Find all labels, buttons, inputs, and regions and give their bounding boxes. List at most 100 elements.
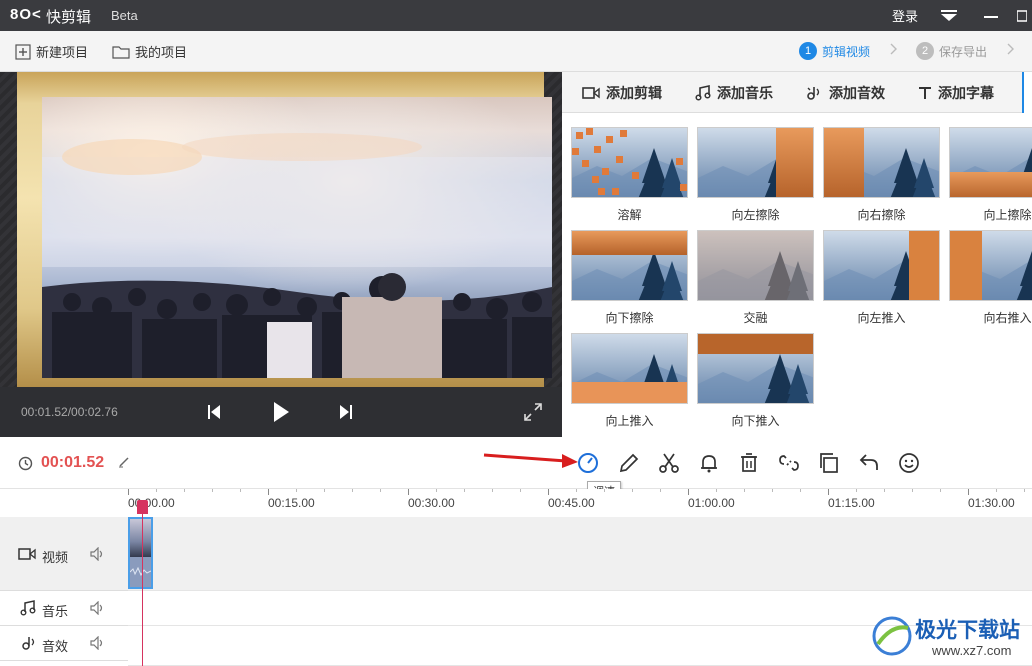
tab-bar: 添加剪辑 添加音乐 添加音效 添加字幕 [562, 72, 1032, 113]
ruler-minor-tick [212, 489, 213, 492]
step-export[interactable]: 2 保存导出 [916, 42, 987, 60]
next-frame-icon[interactable] [333, 399, 359, 425]
ruler-minor-tick [240, 489, 241, 492]
transition-item[interactable]: 向左推入 [823, 230, 940, 326]
step-label: 剪辑视频 [822, 44, 871, 59]
ruler-tick [968, 489, 969, 495]
transition-label: 向上推入 [605, 414, 654, 428]
track-header-sound-effect: 音效 [0, 626, 128, 661]
concert-scene-image [42, 97, 552, 378]
track-body-video[interactable] [128, 517, 1032, 591]
transition-item[interactable]: 向右推入 [949, 230, 1032, 326]
transition-item[interactable]: 向下擦除 [571, 230, 688, 326]
speed-icon[interactable] [576, 451, 600, 475]
tab-add-sound-effect[interactable]: 添加音效 [805, 72, 885, 113]
folder-icon [112, 46, 130, 59]
menu-dropdown-icon[interactable] [932, 0, 966, 31]
undo-icon[interactable] [857, 451, 881, 475]
transition-label: 向左擦除 [731, 208, 780, 222]
ruler-minor-tick [884, 489, 885, 492]
detach-icon[interactable] [777, 451, 801, 475]
fullscreen-icon[interactable] [520, 399, 546, 425]
ruler-tick [268, 489, 269, 495]
ruler-minor-tick [324, 489, 325, 492]
step-number: 2 [916, 42, 934, 60]
transition-item[interactable]: 向右擦除 [823, 127, 940, 223]
tab-overflow[interactable] [1022, 72, 1032, 113]
copy-icon[interactable] [817, 451, 841, 475]
play-icon[interactable] [268, 399, 294, 425]
ruler-tick [128, 489, 129, 495]
watermark-url: www.xz7.com [932, 643, 1012, 658]
transition-item[interactable]: 向上推入 [571, 333, 688, 429]
edit-time-icon[interactable] [118, 456, 130, 471]
ruler-minor-tick [996, 489, 997, 492]
speaker-icon[interactable] [90, 600, 106, 618]
ruler-tick-label: 00:30.00 [408, 496, 455, 510]
ruler-tick [688, 489, 689, 495]
tab-add-subtitle[interactable]: 添加字幕 [918, 72, 994, 113]
delete-trash-icon[interactable] [737, 451, 761, 475]
speaker-icon[interactable] [90, 635, 106, 653]
playhead-handle[interactable] [137, 500, 148, 514]
sticker-smile-icon[interactable] [897, 451, 921, 475]
player-controls: 00:01.52/00:02.76 [0, 387, 562, 437]
ruler-minor-tick [800, 489, 801, 492]
transition-thumbnail [697, 127, 814, 198]
playback-timecode: 00:01.52/00:02.76 [21, 405, 118, 419]
minimize-icon[interactable] [974, 0, 1008, 31]
transition-label: 向左推入 [857, 311, 906, 325]
ruler-minor-tick [380, 489, 381, 492]
transition-item[interactable]: 向上擦除 [949, 127, 1032, 223]
transition-thumbnail [823, 127, 940, 198]
speaker-icon[interactable] [90, 546, 106, 564]
transition-item[interactable]: 向下推入 [697, 333, 814, 429]
tab-label: 添加音效 [829, 84, 885, 101]
step-edit-video[interactable]: 1 剪辑视频 [799, 42, 870, 60]
sound-effect-icon [807, 86, 820, 100]
transition-thumbnail [571, 333, 688, 404]
my-projects-button[interactable]: 我的项目 [112, 42, 187, 61]
clock-icon [18, 456, 33, 474]
ruler-tick [548, 489, 549, 495]
video-clip[interactable] [128, 517, 153, 589]
transition-item[interactable]: 溶解 [571, 127, 688, 223]
ruler-tick-label: 01:15.00 [828, 496, 875, 510]
bell-icon[interactable] [697, 451, 721, 475]
transition-item[interactable]: 交融 [697, 230, 814, 326]
ruler-minor-tick [156, 489, 157, 492]
transition-thumbnail [949, 230, 1032, 301]
timeline-ruler[interactable]: 00:00.00 00:15.00 00:30.00 00:45.00 01:00.00… [128, 489, 1032, 517]
tab-label: 添加字幕 [938, 84, 994, 101]
my-projects-label: 我的项目 [135, 45, 188, 60]
tab-add-music[interactable]: 添加音乐 [695, 72, 773, 113]
transition-thumbnail [697, 230, 814, 301]
ruler-tick [408, 489, 409, 495]
ruler-minor-tick [772, 489, 773, 492]
transition-item[interactable]: 向左擦除 [697, 127, 814, 223]
transition-label: 溶解 [617, 208, 642, 222]
prev-frame-icon[interactable] [201, 399, 227, 425]
ruler-minor-tick [940, 489, 941, 492]
track-header-video: 视频 [0, 517, 128, 591]
music-note-icon [20, 600, 36, 619]
track-header-music: 音乐 [0, 591, 128, 626]
playhead[interactable] [142, 503, 143, 666]
plus-box-icon [15, 43, 31, 60]
new-project-button[interactable]: 新建项目 [15, 42, 88, 61]
scissors-icon[interactable] [657, 451, 681, 475]
ruler-minor-tick [744, 489, 745, 492]
app-logo: 8O< [10, 6, 42, 23]
maximize-icon[interactable] [1012, 0, 1032, 31]
text-t-icon [919, 86, 931, 99]
transition-thumbnail [571, 230, 688, 301]
edit-pencil-icon[interactable] [617, 451, 641, 475]
ruler-minor-tick [436, 489, 437, 492]
transition-label: 向下推入 [731, 414, 780, 428]
video-camera-icon [582, 86, 600, 99]
transition-label: 向下擦除 [605, 311, 654, 325]
watermark-brand: 极光下载站 [915, 619, 1020, 642]
clip-waveform [130, 557, 151, 587]
tab-add-clip[interactable]: 添加剪辑 [582, 72, 662, 113]
login-link[interactable]: 登录 [892, 6, 918, 25]
